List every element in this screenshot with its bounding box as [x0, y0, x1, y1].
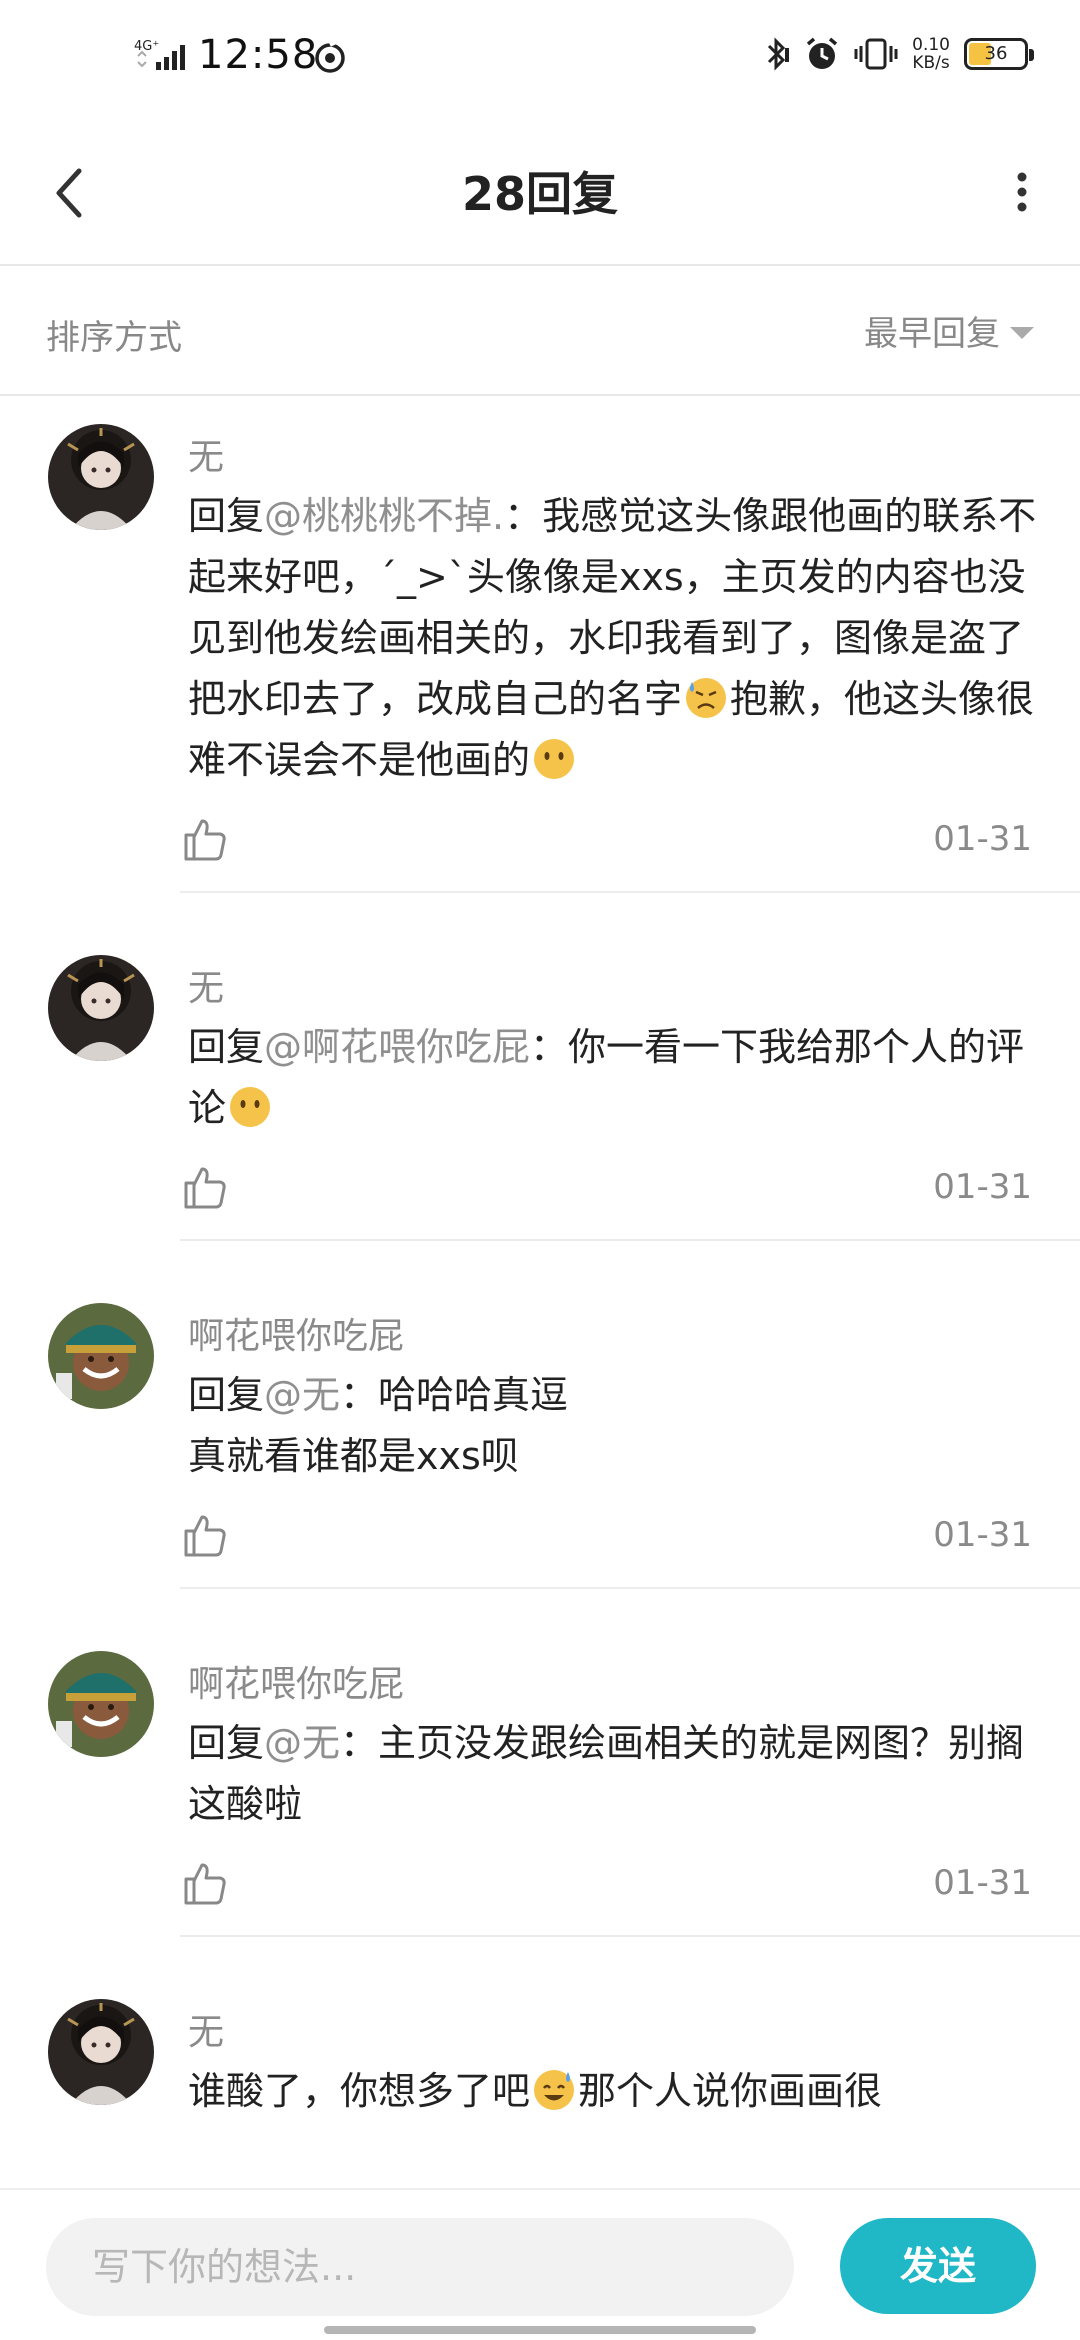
speed-value: 0.10: [912, 35, 950, 55]
status-time: 12:58: [198, 32, 319, 78]
list-item: 无 回复@啊花喂你吃屁：你一看一下我给那个人的评论 01-31: [0, 929, 1080, 1241]
reply-prefix: 回复: [188, 1721, 265, 1765]
page-title: 28回复: [461, 167, 618, 221]
reply-prefix: 回复: [188, 1025, 265, 1069]
comment-body-cont: 那个人说你画画很: [578, 2069, 883, 2113]
comment-meta: 01-31: [180, 1139, 1080, 1237]
username[interactable]: 无: [188, 2005, 1080, 2061]
more-button[interactable]: [1000, 160, 1044, 224]
disappointed-sweat-emoji-icon: [686, 678, 727, 718]
network-speed: 0.10 KB/s: [912, 36, 950, 72]
thumbs-up-icon[interactable]: [180, 1511, 228, 1559]
list-item: 无 谁酸了，你想多了吧 那个人说你画画很: [0, 1973, 1080, 2122]
mention-link[interactable]: @啊花喂你吃屁: [264, 1025, 530, 1069]
comment-date: 01-31: [933, 1515, 1032, 1555]
avatar[interactable]: [48, 1303, 154, 1409]
reply-list[interactable]: 无 回复@桃桃桃不掉.：我感觉这头像跟他画的联系不起来好吧，´_>`头像像是xx…: [0, 398, 1080, 2188]
thumbs-up-icon[interactable]: [180, 1859, 228, 1907]
list-item: 无 回复@桃桃桃不掉.：我感觉这头像跟他画的联系不起来好吧，´_>`头像像是xx…: [0, 398, 1080, 893]
signal-icon: 4G⁺: [134, 38, 194, 78]
reply-input-bar: 写下你的想法... 发送: [0, 2188, 1080, 2340]
avatar[interactable]: [48, 1999, 154, 2105]
reply-separator: ：: [340, 1373, 379, 1417]
top-nav: 28回复: [0, 120, 1080, 266]
thumbs-up-icon[interactable]: [180, 1163, 228, 1211]
home-indicator[interactable]: [324, 2326, 756, 2334]
more-vertical-icon: [1017, 172, 1027, 212]
no-mouth-emoji-icon: [534, 739, 575, 779]
avatar[interactable]: [48, 955, 154, 1061]
sort-dropdown[interactable]: 最早回复: [864, 306, 1034, 355]
sort-label: 排序方式: [46, 318, 182, 358]
comment-text: 回复@啊花喂你吃屁：你一看一下我给那个人的评论: [188, 1017, 1040, 1139]
reply-separator: ：: [530, 1025, 569, 1069]
avatar[interactable]: [48, 1651, 154, 1757]
divider: [180, 1587, 1080, 1589]
bluetooth-icon: [768, 37, 790, 71]
divider: [180, 891, 1080, 893]
status-right: 0.10 KB/s 36: [764, 36, 1034, 72]
comment-meta: 01-31: [180, 1487, 1080, 1585]
comment-text: 回复@桃桃桃不掉.：我感觉这头像跟他画的联系不起来好吧，´_>`头像像是xxs，…: [188, 486, 1040, 791]
divider: [180, 1239, 1080, 1241]
comment-body-cont: 真就看谁都是xxs呗: [188, 1434, 519, 1478]
sort-bar: 排序方式 最早回复: [0, 268, 1080, 396]
list-item: 啊花喂你吃屁 回复@无：哈哈哈真逗真就看谁都是xxs呗 01-31: [0, 1277, 1080, 1589]
comment-body: 谁酸了，你想多了吧: [188, 2069, 531, 2113]
send-button[interactable]: 发送: [840, 2218, 1036, 2314]
battery-level: 36: [984, 43, 1008, 64]
comment-date: 01-31: [933, 1863, 1032, 1903]
battery-icon: 36: [964, 38, 1034, 70]
comment-meta: 01-31: [180, 791, 1080, 889]
username[interactable]: 无: [188, 430, 1080, 486]
alarm-icon: [807, 37, 838, 69]
mention-link[interactable]: @无: [264, 1721, 340, 1765]
vibrate-icon: [854, 38, 898, 70]
reply-separator: ：: [504, 494, 543, 538]
username[interactable]: 啊花喂你吃屁: [188, 1657, 1080, 1713]
comment-date: 01-31: [933, 1167, 1032, 1207]
divider: [180, 1935, 1080, 1937]
mention-link[interactable]: @桃桃桃不掉.: [264, 494, 504, 538]
comment-text: 回复@无：主页没发跟绘画相关的就是网图？别搁这酸啦: [188, 1713, 1040, 1835]
no-mouth-emoji-icon: [230, 1087, 271, 1127]
status-bar: 4G⁺ 12:58 0.10 KB/s 36: [0, 0, 1080, 120]
comment-text: 回复@无：哈哈哈真逗真就看谁都是xxs呗: [188, 1365, 1040, 1487]
sync-icon: [312, 39, 348, 80]
avatar[interactable]: [48, 424, 154, 530]
thumbs-up-icon[interactable]: [180, 815, 228, 863]
username[interactable]: 啊花喂你吃屁: [188, 1309, 1080, 1365]
sweat-smile-emoji-icon: [534, 2070, 575, 2110]
reply-input[interactable]: 写下你的想法...: [46, 2218, 794, 2316]
reply-prefix: 回复: [188, 1373, 265, 1417]
comment-text: 谁酸了，你想多了吧 那个人说你画画很: [188, 2061, 1040, 2122]
reply-prefix: 回复: [188, 494, 265, 538]
mention-link[interactable]: @无: [264, 1373, 340, 1417]
comment-meta: 01-31: [180, 1835, 1080, 1933]
list-item: 啊花喂你吃屁 回复@无：主页没发跟绘画相关的就是网图？别搁这酸啦 01-31: [0, 1625, 1080, 1937]
reply-separator: ：: [340, 1721, 379, 1765]
sort-option-label: 最早回复: [864, 314, 1000, 354]
network-type: 4G⁺: [134, 39, 159, 54]
comment-body: 哈哈哈真逗: [378, 1373, 569, 1417]
username[interactable]: 无: [188, 961, 1080, 1017]
caret-down-icon: [1010, 326, 1034, 339]
comment-date: 01-31: [933, 819, 1032, 859]
speed-unit: KB/s: [912, 53, 950, 73]
